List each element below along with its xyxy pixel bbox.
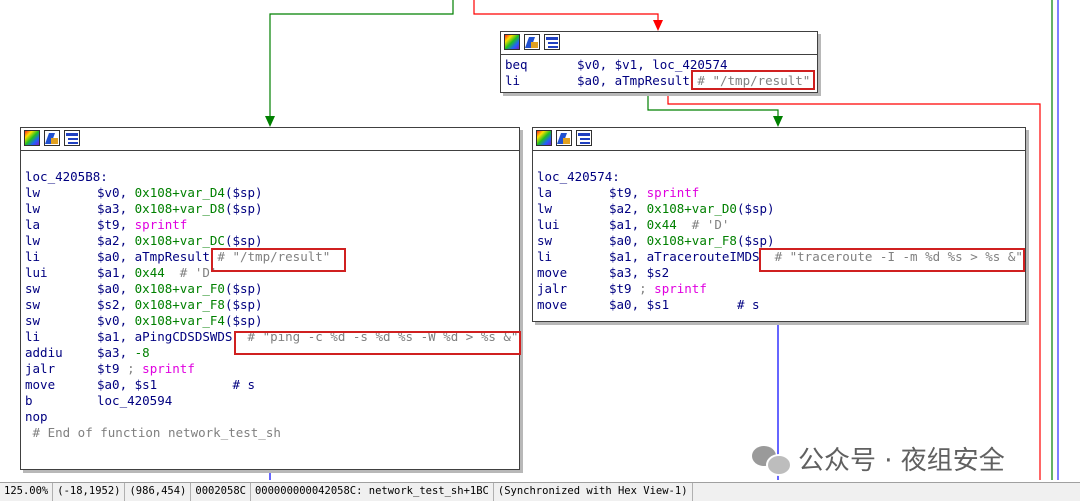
highlight-box (234, 331, 521, 355)
block-toolbar (501, 32, 817, 55)
asm-line[interactable]: lui $a1, 0x44 # 'D' (25, 265, 217, 281)
palette-icon[interactable] (504, 34, 520, 50)
asm-line[interactable]: lui $a1, 0x44 # 'D' (537, 217, 729, 233)
watermark-text: 公众号 · 夜组安全 (798, 446, 1005, 476)
status-address: 000000000042058C: network_test_sh+1BC (251, 483, 494, 501)
palette-icon[interactable] (24, 130, 40, 146)
asm-line[interactable]: sw $a0, 0x108+var_F8($sp) (537, 233, 775, 249)
edit-node-icon[interactable] (524, 34, 540, 50)
block-toolbar (533, 128, 1025, 151)
asm-line[interactable]: la $t9, sprintf (25, 217, 187, 233)
asm-line[interactable]: b loc_420594 (25, 393, 172, 409)
block-label[interactable]: loc_420574: (537, 169, 620, 185)
arrow-head (653, 20, 663, 31)
status-zoom: 125.00% (0, 483, 54, 501)
status-offset: 0002058C (191, 483, 251, 501)
code-block-top[interactable]: beq $v0, $v1, loc_420574 li $a0, aTmpResul… (500, 31, 818, 93)
asm-line[interactable]: lw $a2, 0x108+var_DC($sp) (25, 233, 263, 249)
asm-line[interactable]: sw $s2, 0x108+var_F8($sp) (25, 297, 263, 313)
edit-node-icon[interactable] (44, 130, 60, 146)
edge-true-left (269, 0, 454, 118)
asm-line[interactable]: lw $a3, 0x108+var_D8($sp) (25, 201, 263, 217)
edge-false-top (473, 0, 659, 22)
wechat-icon (752, 444, 792, 476)
edit-node-icon[interactable] (556, 130, 572, 146)
status-sync: (Synchronized with Hex View-1) (494, 483, 693, 501)
assembly-view-icon[interactable] (64, 130, 80, 146)
status-cursor: (986,454) (125, 483, 192, 501)
asm-line[interactable]: sw $a0, 0x108+var_F0($sp) (25, 281, 263, 297)
palette-icon[interactable] (536, 130, 552, 146)
assembly-view-icon[interactable] (576, 130, 592, 146)
end-of-function-comment: # End of function network_test_sh (25, 425, 281, 440)
asm-line[interactable]: addiu $a3, -8 (25, 345, 150, 361)
status-coords: (-18,1952) (53, 483, 126, 501)
arrow-head (773, 116, 783, 127)
asm-line[interactable]: sw $v0, 0x108+var_F4($sp) (25, 313, 263, 329)
highlight-box (211, 248, 346, 272)
asm-line[interactable]: nop (25, 409, 97, 425)
asm-line[interactable]: move $a0, $s1 # s (25, 377, 255, 393)
asm-line[interactable]: jalr $t9 ; sprintf (537, 281, 707, 297)
asm-line[interactable]: la $t9, sprintf (537, 185, 699, 201)
asm-line[interactable]: move $a3, $s2 (537, 265, 669, 281)
asm-line[interactable]: lw $v0, 0x108+var_D4($sp) (25, 185, 263, 201)
code-block-loc-4205b8[interactable]: loc_4205B8: lw $v0, 0x108+var_D4($sp) lw $… (20, 127, 521, 470)
asm-line[interactable]: move $a0, $s1 # s (537, 297, 760, 313)
status-bar: 125.00% (-18,1952) (986,454) 0002058C 00… (0, 482, 1080, 501)
watermark: 公众号 · 夜组安全 (752, 440, 1005, 477)
arrow-head (265, 116, 275, 127)
asm-line[interactable]: lw $a2, 0x108+var_D0($sp) (537, 201, 775, 217)
code-block-loc-420574[interactable]: loc_420574: la $t9, sprintf lw $a2, 0x108+… (532, 127, 1026, 322)
asm-line[interactable]: jalr $t9 ; sprintf (25, 361, 195, 377)
highlight-box (691, 70, 815, 90)
assembly-view-icon[interactable] (544, 34, 560, 50)
block-label[interactable]: loc_4205B8: (25, 169, 108, 185)
block-toolbar (21, 128, 519, 151)
highlight-box (759, 248, 1025, 272)
